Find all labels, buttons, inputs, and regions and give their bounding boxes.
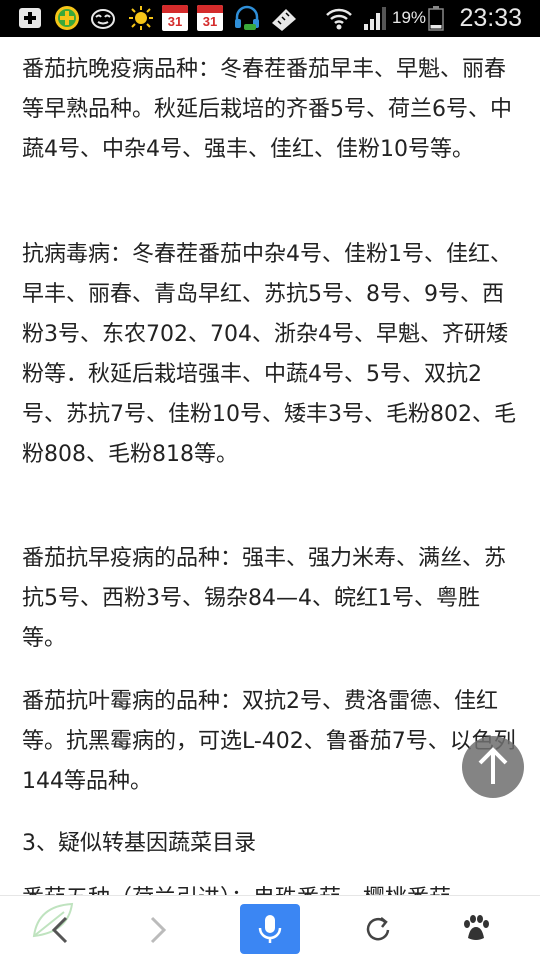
section-heading: 3、疑似转基因蔬菜目录: [22, 831, 256, 856]
paragraph: 抗病毒病：冬春茬番茄中杂4号、佳粉1号、佳红、早丰、丽春、青岛早红、苏抗5号、8…: [22, 242, 516, 467]
signal-icon: [364, 7, 386, 30]
screen: { "status_bar": { "battery_percent": "19…: [0, 0, 540, 960]
calendar-day-2: 31: [202, 14, 218, 29]
paragraph: 番茄五种（荷兰引进）：串珠番茄、樱桃番茄: [22, 879, 518, 895]
bottom-toolbar: [0, 895, 540, 960]
forward-button[interactable]: [128, 904, 188, 956]
add-icon: [19, 8, 41, 28]
home-button[interactable]: [446, 904, 506, 956]
status-bar: 31 31 19% 23:33: [0, 0, 540, 37]
sun-icon: [129, 6, 153, 30]
back-arrow-icon: [51, 916, 68, 944]
battery-icon: [428, 6, 444, 31]
refresh-icon: [366, 917, 390, 941]
voice-search-button[interactable]: [240, 904, 300, 954]
arrow-up-icon: [478, 747, 508, 784]
paragraph: 番茄抗早疫病的品种：强丰、强力米寿、满丝、苏抗5号、西粉3号、锡杂84—4、皖红…: [22, 546, 507, 651]
microphone-icon: [258, 915, 282, 943]
article-content: 番茄抗晚疫病品种：冬春茬番茄早丰、早魁、丽春等早熟品种。秋延后栽培的齐番5号、荷…: [0, 37, 540, 895]
paragraph: 番茄抗叶霉病的品种：双抗2号、费洛雷德、佳红等。抗黑霉病的，可选L-402、鲁番…: [22, 689, 516, 794]
back-to-top-button[interactable]: [462, 736, 524, 798]
cat-icon: [91, 9, 115, 29]
clock: 23:33: [459, 4, 522, 32]
back-button[interactable]: [30, 904, 90, 956]
calendar-icon: 31: [197, 5, 223, 31]
battery-percent: 19%: [392, 8, 427, 27]
calendar-day-1: 31: [167, 14, 183, 29]
plus-circle-icon: [55, 6, 79, 30]
paw-icon: [464, 915, 489, 940]
refresh-button[interactable]: [348, 904, 408, 956]
ruler-icon: [272, 9, 296, 31]
paragraph: 番茄抗晚疫病品种：冬春茬番茄早丰、早魁、丽春等早熟品种。秋延后栽培的齐番5号、荷…: [22, 57, 512, 162]
forward-arrow-icon: [150, 916, 167, 944]
wifi-icon: [326, 8, 352, 30]
calendar-icon: 31: [162, 5, 188, 31]
headset-icon: [235, 5, 259, 30]
